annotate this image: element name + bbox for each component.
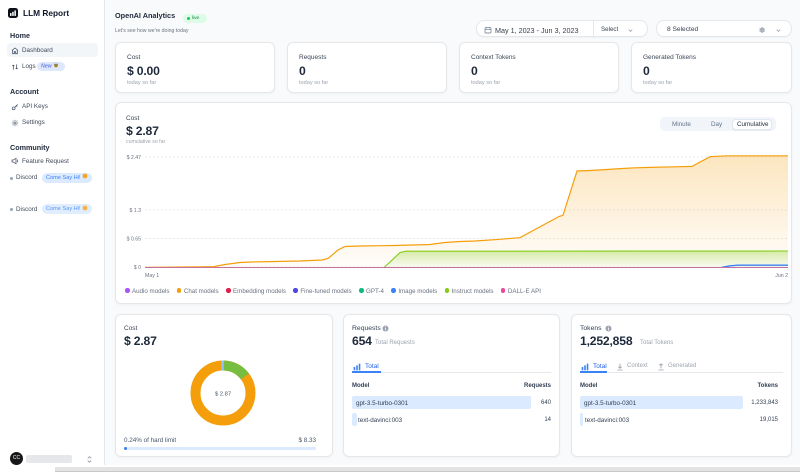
svg-text:May 1: May 1 xyxy=(145,273,159,279)
svg-text:$ 2.87: $ 2.87 xyxy=(214,392,230,398)
svg-text:$ 0: $ 0 xyxy=(134,265,141,271)
svg-text:$ 0.65: $ 0.65 xyxy=(127,237,142,243)
svg-text:$ 2.47: $ 2.47 xyxy=(127,155,142,161)
svg-text:Jun 2: Jun 2 xyxy=(775,273,788,279)
svg-text:$ 1.3: $ 1.3 xyxy=(129,208,141,214)
